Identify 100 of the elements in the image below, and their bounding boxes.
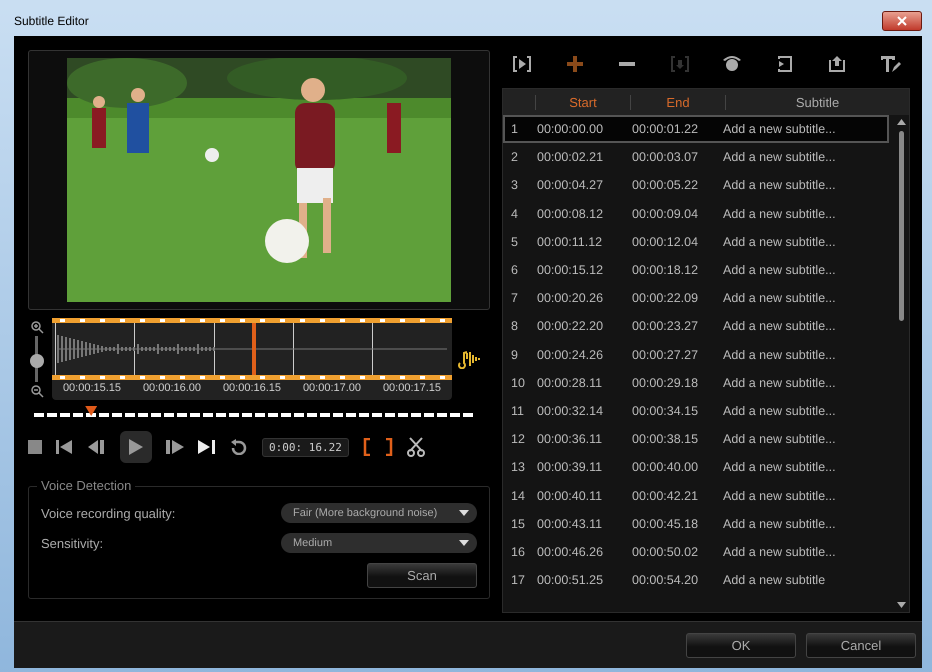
subtitle-text: Add a new subtitle...: [723, 206, 837, 221]
row-number: 4: [510, 206, 519, 221]
start-time: 00:00:15.12: [537, 263, 604, 278]
subtitle-row[interactable]: 3 00:00:04.27 00:00:05.22 Add a new subtitle...: [503, 171, 889, 200]
subtitle-row[interactable]: 13 00:00:39.11 00:00:40.00 Add a new subtitle...: [503, 453, 889, 482]
subtitle-text: Add a new subtitle...: [723, 544, 837, 559]
time-label: 00:00:15.15: [62, 382, 122, 394]
subtitle-row[interactable]: 10 00:00:28.11 00:00:29.18 Add a new subtitle...: [503, 368, 889, 397]
subtitle-row[interactable]: 2 00:00:02.21 00:00:03.07 Add a new subtitle...: [503, 143, 889, 172]
end-time: 00:00:05.22: [632, 178, 700, 192]
close-icon: [897, 16, 907, 26]
mark-out-button[interactable]: [384, 438, 393, 456]
start-time: 00:00:51.25: [537, 573, 604, 588]
start-time: 00:00:08.12: [537, 206, 604, 221]
end-button[interactable]: [198, 440, 216, 454]
row-number: 12: [510, 432, 526, 446]
start-time: 00:00:22.20: [537, 319, 604, 334]
end-time: 00:00:09.04: [632, 206, 700, 221]
dropdown[interactable]: Fair (More background noise): [281, 503, 477, 523]
subtitle-row[interactable]: 14 00:00:40.11 00:00:42.21 Add a new subtitle...: [503, 481, 889, 510]
subtitle-row[interactable]: 17 00:00:51.25 00:00:54.20 Add a new subtitle: [503, 566, 889, 594]
time-label: 00:00:16.00: [142, 382, 202, 394]
zoom-in-icon[interactable]: [30, 320, 44, 334]
subtitle-row[interactable]: 7 00:00:20.26 00:00:22.09 Add a new subtitle...: [503, 284, 889, 312]
row-number: 10: [510, 376, 526, 390]
field-label: Voice recording quality:: [41, 506, 176, 520]
subtitle-row[interactable]: 8 00:00:22.20 00:00:23.27 Add a new subtitle...: [503, 312, 889, 340]
subtitle-row[interactable]: 6 00:00:15.12 00:00:18.12 Add a new subtitle...: [503, 256, 889, 284]
slider-thumb[interactable]: [30, 354, 44, 368]
end-time: 00:00:18.12: [632, 263, 700, 278]
subtitle-row[interactable]: 11 00:00:32.14 00:00:34.15 Add a new subtitle...: [503, 396, 889, 426]
dropdown[interactable]: Medium: [281, 533, 477, 553]
start-time: 00:00:36.11: [537, 432, 604, 446]
scroll-down-icon[interactable]: [896, 602, 906, 608]
audio-wave-icon[interactable]: [458, 349, 480, 369]
column-header[interactable]: Start: [535, 94, 630, 110]
dialog-button[interactable]: Cancel: [806, 632, 916, 658]
end-time: 00:00:23.27: [632, 319, 700, 334]
subtitle-text: Add a new subtitle...: [723, 348, 837, 362]
timecode-field[interactable]: 0:00: 16.22: [262, 438, 349, 456]
end-time: 00:00:27.27: [632, 348, 700, 362]
subtitle-row[interactable]: 9 00:00:24.26 00:00:27.27 Add a new subtitle...: [503, 340, 889, 369]
start-time: 00:00:46.26: [537, 544, 604, 559]
subtitle-row[interactable]: 1 00:00:00.00 00:00:01.22 Add a new subtitle...: [503, 115, 889, 144]
end-time: 00:00:40.00: [632, 460, 700, 474]
zoom-out-icon[interactable]: [30, 384, 44, 398]
mark-in-button[interactable]: [362, 438, 371, 456]
home-button[interactable]: [56, 440, 74, 454]
start-time: 00:00:20.26: [537, 291, 604, 306]
start-time: 00:00:43.11: [537, 516, 604, 531]
row-number: 17: [510, 573, 526, 588]
start-time: 00:00:28.11: [537, 376, 604, 390]
end-time: 00:00:34.15: [632, 404, 700, 418]
subtitle-row[interactable]: 12 00:00:36.11 00:00:38.15 Add a new subtitle...: [503, 425, 889, 454]
scroll-up-icon[interactable]: [896, 119, 906, 125]
time-label: 00:00:17.15: [382, 382, 442, 394]
end-time: 00:00:54.20: [632, 573, 700, 588]
next-frame-button[interactable]: [166, 440, 184, 454]
column-header[interactable]: Subtitle: [725, 94, 909, 110]
row-number: 6: [510, 263, 519, 278]
start-time: 00:00:40.11: [537, 488, 604, 503]
repeat-button[interactable]: [230, 439, 248, 455]
subtitle-row[interactable]: 16 00:00:46.26 00:00:50.02 Add a new subtitle...: [503, 538, 889, 566]
timeline-track[interactable]: [34, 413, 474, 417]
scissors-icon[interactable]: [406, 437, 425, 457]
subtitle-text: Add a new subtitle...: [723, 150, 837, 164]
start-time: 00:00:00.00: [537, 122, 604, 136]
end-time: 00:00:22.09: [632, 291, 700, 306]
subtitle-row[interactable]: 4 00:00:08.12 00:00:09.04 Add a new subtitle...: [503, 200, 889, 228]
subtitle-text: Add a new subtitle...: [723, 460, 837, 474]
subtitle-text: Add a new subtitle...: [723, 178, 837, 192]
caret-icon: [459, 510, 469, 516]
subtitle-text: Add a new subtitle...: [723, 488, 837, 503]
end-time: 00:00:42.21: [632, 488, 700, 503]
dialog-button[interactable]: OK: [686, 632, 796, 658]
row-number: 2: [510, 150, 519, 164]
end-time: 00:00:38.15: [632, 432, 700, 446]
row-number: 5: [510, 234, 519, 249]
play-icon: [129, 439, 143, 455]
start-time: 00:00:04.27: [537, 178, 604, 192]
column-header[interactable]: End: [630, 94, 725, 110]
play-button[interactable]: [120, 431, 152, 463]
row-number: 1: [510, 122, 519, 136]
end-time: 00:00:03.07: [632, 150, 700, 164]
subtitle-text: Add a new subtitle...: [723, 432, 837, 446]
row-number: 9: [510, 348, 519, 362]
start-time: 00:00:39.11: [537, 460, 604, 474]
scan-button[interactable]: Scan: [367, 563, 477, 588]
window-title: Subtitle Editor: [14, 14, 89, 28]
group-title: Voice Detection: [37, 478, 136, 493]
close-button[interactable]: [882, 11, 922, 31]
end-time: 00:00:45.18: [632, 516, 700, 531]
subtitle-text: Add a new subtitle...: [723, 234, 837, 249]
subtitle-row[interactable]: 5 00:00:11.12 00:00:12.04 Add a new subtitle...: [503, 228, 889, 256]
row-number: 7: [510, 291, 519, 306]
previous-frame-button[interactable]: [88, 440, 106, 454]
subtitle-text: Add a new subtitle...: [723, 376, 837, 390]
subtitle-row[interactable]: 15 00:00:43.11 00:00:45.18 Add a new subtitle...: [503, 510, 889, 538]
start-time: 00:00:11.12: [537, 234, 604, 249]
end-time: 00:00:12.04: [632, 234, 700, 249]
